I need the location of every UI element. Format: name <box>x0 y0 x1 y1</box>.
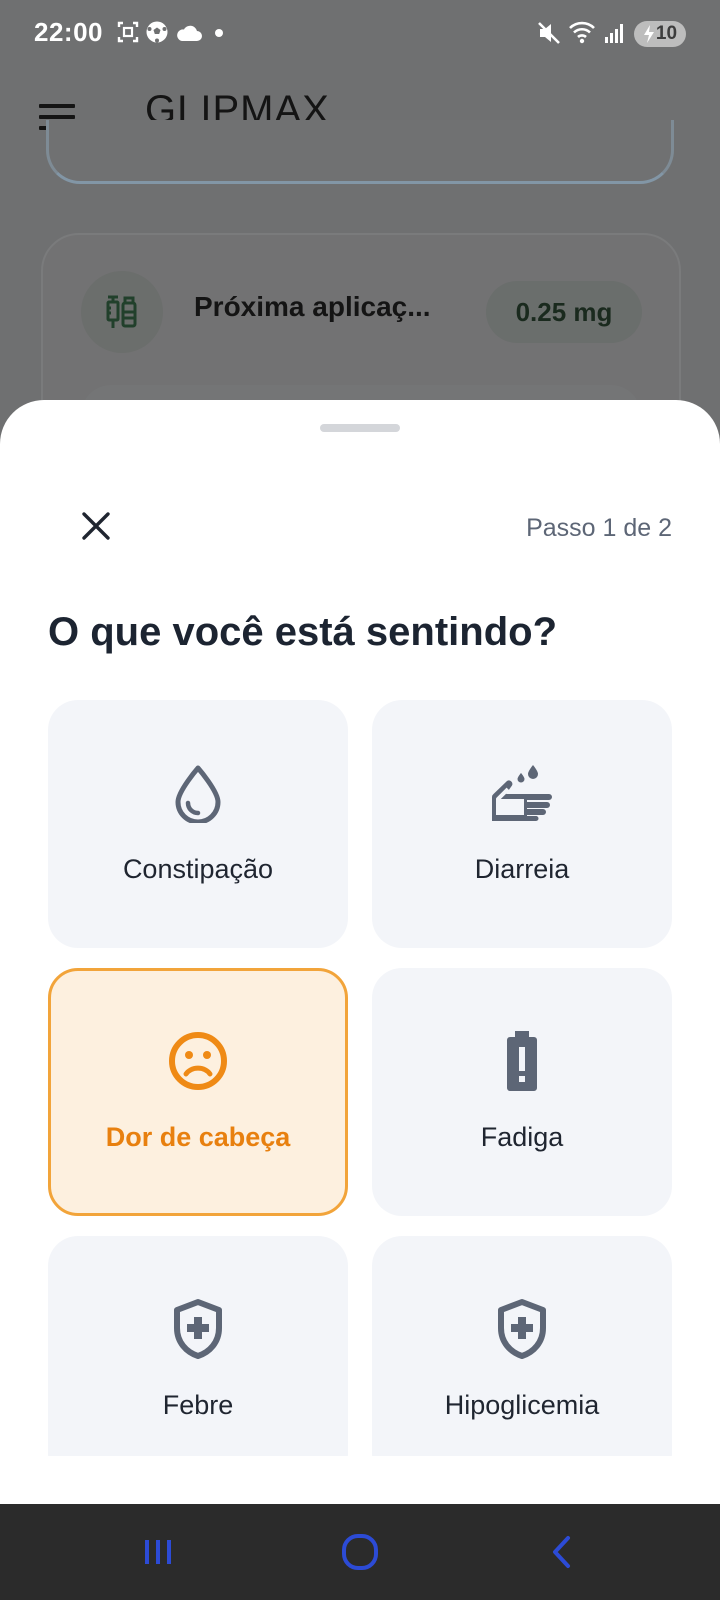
system-nav-bar <box>0 1504 720 1600</box>
water-drop-icon <box>48 758 348 828</box>
close-icon[interactable] <box>70 500 122 552</box>
symptom-label: Febre <box>162 1390 234 1420</box>
sheet-title: O que você está sentindo? <box>48 610 558 654</box>
status-time: 22:00 <box>34 17 103 47</box>
symptom-tile-hipoglicemia[interactable]: Hipoglicemia <box>372 1236 672 1484</box>
symptom-label: Hipoglicemia <box>444 1390 600 1420</box>
drag-handle[interactable] <box>320 424 400 432</box>
back-icon[interactable] <box>532 1526 592 1578</box>
wifi-icon <box>569 21 595 44</box>
syringe-vial-icon <box>81 271 163 353</box>
recents-icon[interactable] <box>128 1526 188 1578</box>
symptom-tile-febre[interactable]: Febre <box>48 1236 348 1484</box>
home-icon[interactable] <box>330 1526 390 1578</box>
symptom-label: Diarreia <box>474 854 570 884</box>
soccer-ball-icon <box>146 21 168 43</box>
shield-plus-icon <box>48 1294 348 1364</box>
notification-dot-icon <box>215 29 223 37</box>
shield-plus-icon <box>372 1294 672 1364</box>
symptom-bottom-sheet: Passo 1 de 2 O que você está sentindo? C… <box>0 400 720 1504</box>
symptom-tile-fadiga[interactable]: Fadiga <box>372 968 672 1216</box>
dose-badge: 0.25 mg <box>486 281 642 343</box>
screenshot-icon <box>117 21 139 43</box>
background-card-partial <box>46 120 674 184</box>
symptom-tile-constipacao[interactable]: Constipação <box>48 700 348 948</box>
battery-charging-icon: 10 <box>634 21 686 47</box>
step-indicator: Passo 1 de 2 <box>526 514 672 542</box>
sad-face-icon <box>51 1026 345 1096</box>
hand-wash-icon <box>372 758 672 828</box>
mute-icon <box>538 22 560 44</box>
symptom-label: Constipação <box>122 854 274 884</box>
signal-icon <box>605 24 623 43</box>
cloud-icon <box>177 25 202 41</box>
symptom-tile-dor-de-cabeca[interactable]: Dor de cabeça <box>48 968 348 1216</box>
next-application-label: Próxima aplicaç... <box>194 291 431 322</box>
symptom-tile-diarreia[interactable]: Diarreia <box>372 700 672 948</box>
symptom-label: Fadiga <box>480 1122 564 1152</box>
battery-alert-icon <box>372 1026 672 1096</box>
sheet-scroll-clip <box>0 1456 720 1504</box>
battery-level: 10 <box>655 23 678 44</box>
status-bar: 22:00 10 <box>0 0 720 68</box>
symptom-label: Dor de cabeça <box>105 1122 291 1152</box>
